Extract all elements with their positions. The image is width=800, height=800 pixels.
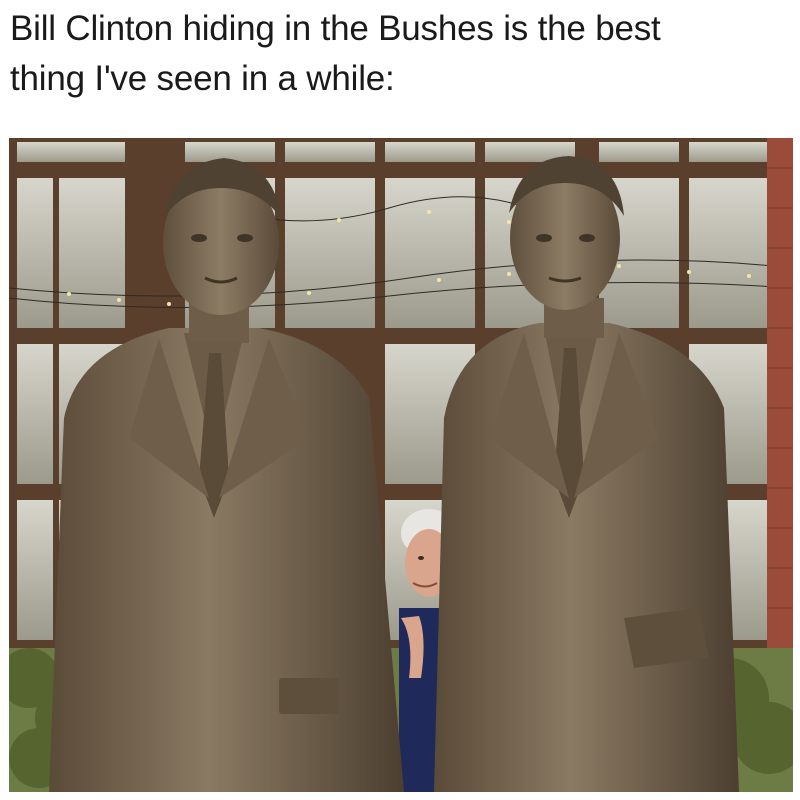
caption-line-2: thing I've seen in a while: — [10, 59, 395, 98]
meme-caption: Bill Clinton hiding in the Bushes is the… — [10, 4, 790, 104]
caption-line-1: Bill Clinton hiding in the Bushes is the… — [10, 9, 661, 48]
meme-photo — [9, 138, 793, 792]
